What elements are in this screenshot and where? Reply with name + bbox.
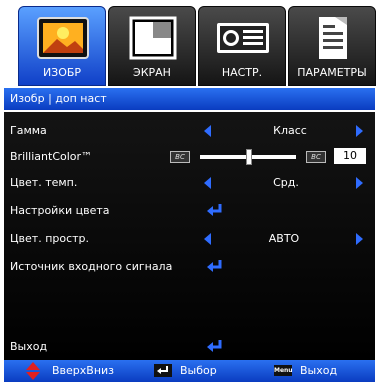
enter-icon[interactable] (206, 203, 224, 217)
section-title: Изобр | доп наст (4, 88, 375, 110)
tab-label: НАСТР. (221, 66, 263, 79)
row-brilliantcolor[interactable]: BrilliantColor™ BC BC 10 (4, 144, 375, 170)
up-down-icon (26, 362, 40, 380)
tab-image[interactable]: ИЗОБР (18, 6, 106, 86)
tab-label: ИЗОБР (42, 66, 82, 79)
brilliantcolor-slider-thumb[interactable] (246, 149, 252, 165)
exit-hint: Выход (300, 364, 338, 377)
color-settings-label: Настройки цвета (10, 204, 110, 217)
left-arrow-icon[interactable] (204, 125, 211, 137)
bc-min-icon: BC (170, 151, 190, 163)
right-arrow-icon[interactable] (356, 177, 363, 189)
enter-icon[interactable] (206, 339, 224, 353)
image-icon (37, 17, 89, 59)
right-arrow-icon[interactable] (356, 125, 363, 137)
left-arrow-icon[interactable] (204, 233, 211, 245)
row-color-space[interactable]: Цвет. простр. АВТО (4, 226, 375, 252)
osd-menu: ИЗОБР ЭКРАН НАСТР. ПАРАМЕТРЫ Изобр | доп… (0, 0, 379, 382)
tab-setup[interactable]: НАСТР. (198, 6, 286, 86)
row-input-source[interactable]: Источник входного сигнала (4, 254, 375, 280)
input-source-label: Источник входного сигнала (10, 260, 173, 273)
gamma-value: Класс (273, 124, 307, 137)
tab-screen[interactable]: ЭКРАН (108, 6, 196, 86)
footer-hints: ВверхВниз Выбор Menu Выход (4, 360, 375, 382)
projector-icon (217, 23, 269, 53)
options-icon (319, 17, 347, 59)
tab-bar: ИЗОБР ЭКРАН НАСТР. ПАРАМЕТРЫ (0, 0, 379, 88)
row-color-settings[interactable]: Настройки цвета (4, 198, 375, 224)
updown-hint: ВверхВниз (52, 364, 115, 377)
color-temp-label: Цвет. темп. (10, 176, 78, 189)
row-exit[interactable]: Выход (4, 334, 375, 360)
color-space-value: АВТО (268, 232, 300, 245)
select-hint: Выбор (180, 364, 217, 377)
row-gamma[interactable]: Гамма Класс (4, 118, 375, 144)
settings-panel: Гамма Класс BrilliantColor™ BC BC 10 Цве… (4, 112, 375, 360)
tab-options[interactable]: ПАРАМЕТРЫ (288, 6, 376, 86)
screen-icon (129, 16, 177, 60)
enter-icon[interactable] (206, 259, 224, 273)
gamma-label: Гамма (10, 124, 47, 137)
brilliantcolor-value: 10 (334, 148, 366, 164)
bc-max-icon: BC (306, 151, 326, 163)
color-temp-value: Срд. (273, 176, 299, 189)
left-arrow-icon[interactable] (204, 177, 211, 189)
exit-label: Выход (10, 340, 48, 353)
brilliantcolor-label: BrilliantColor™ (10, 150, 93, 163)
menu-key-icon: Menu (274, 365, 293, 376)
right-arrow-icon[interactable] (356, 233, 363, 245)
row-color-temp[interactable]: Цвет. темп. Срд. (4, 170, 375, 196)
tab-label: ЭКРАН (133, 66, 171, 79)
color-space-label: Цвет. простр. (10, 232, 90, 245)
enter-key-icon (154, 364, 172, 377)
tab-label: ПАРАМЕТРЫ (297, 66, 367, 79)
